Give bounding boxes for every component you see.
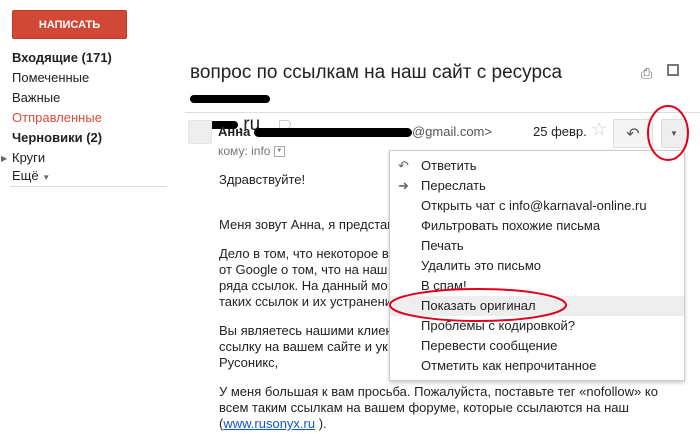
body-line: Русоникс,	[219, 355, 279, 370]
recipients: кому: info ▼	[218, 144, 285, 158]
print-icon[interactable]: ⎙	[641, 65, 652, 82]
compose-button[interactable]: НАПИСАТЬ	[12, 10, 127, 39]
body-line: ряда ссылок. На данный мо	[219, 278, 388, 293]
sender-email: @gmail.com>	[411, 124, 492, 139]
body-line: таких ссылок и их устранени	[219, 294, 393, 309]
menu-label: Переслать	[421, 178, 486, 193]
sidebar-item-important[interactable]: Важные	[12, 88, 60, 108]
forward-icon: ➜	[398, 178, 409, 193]
body-line: всем таким ссылкам на вашем форуме, кото…	[219, 400, 629, 415]
sidebar-divider	[10, 186, 167, 187]
reply-button[interactable]: ↶	[613, 119, 653, 148]
avatar	[188, 120, 212, 144]
expand-arrow-icon[interactable]: ▶	[1, 154, 7, 163]
sidebar-item-more[interactable]: Ещё ▼	[12, 166, 50, 188]
body-line: (www.rusonyx.ru ).	[219, 416, 327, 431]
body-line: У меня большая к вам просьба. Пожалуйста…	[219, 384, 658, 399]
reply-icon: ↶	[398, 158, 409, 173]
more-actions-button[interactable]: ▼	[661, 119, 687, 148]
to-label: кому: info	[218, 144, 271, 158]
new-window-icon[interactable]	[667, 64, 679, 76]
star-icon[interactable]: ☆	[591, 119, 607, 140]
link-tail: ).	[315, 416, 327, 431]
more-actions-menu: ↶ Ответить ➜ Переслать Открыть чат с info@…	[389, 150, 685, 381]
sidebar-item-sent[interactable]: Отправленные	[12, 108, 102, 128]
sidebar-item-drafts[interactable]: Черновики (2)	[12, 128, 102, 148]
rusonyx-link[interactable]: www.rusonyx.ru	[223, 416, 315, 431]
sidebar-item-inbox[interactable]: Входящие (171)	[12, 48, 112, 68]
divider	[185, 112, 700, 113]
body-line: от Google о том, что на наш	[219, 262, 388, 277]
message-date: 25 февр.	[533, 124, 587, 139]
sender: Анна @gmail.com>	[218, 124, 492, 139]
menu-item-spam[interactable]: В спам!	[390, 276, 684, 296]
body-line: ссылку на вашем сайте и ук	[219, 339, 388, 354]
menu-item-print[interactable]: Печать	[390, 236, 684, 256]
more-label: Ещё	[12, 168, 39, 183]
menu-item-encoding[interactable]: Проблемы с кодировкой?	[390, 316, 684, 336]
menu-item-forward[interactable]: ➜ Переслать	[390, 176, 684, 196]
body-line: Дело в том, что некоторое вр	[219, 246, 396, 261]
menu-item-filter[interactable]: Фильтровать похожие письма	[390, 216, 684, 236]
sidebar-item-starred[interactable]: Помеченные	[12, 68, 89, 88]
body-line: Меня зовут Анна, я представ	[219, 217, 395, 232]
body-line: Вы являетесь нашими клиен	[219, 323, 393, 338]
menu-item-delete[interactable]: Удалить это письмо	[390, 256, 684, 276]
chevron-down-icon: ▼	[42, 173, 51, 182]
menu-item-show-original[interactable]: Показать оригинал	[390, 296, 684, 316]
subject-text: вопрос по ссылкам на наш сайт с ресурса	[190, 62, 563, 83]
body-line: Здравствуйте!	[219, 172, 306, 187]
redaction	[253, 128, 412, 138]
menu-item-reply[interactable]: ↶ Ответить	[390, 156, 684, 176]
sidebar-item-circles[interactable]: Круги	[12, 148, 45, 168]
menu-item-chat[interactable]: Открыть чат с info@karnaval-online.ru	[390, 196, 684, 216]
menu-item-translate[interactable]: Перевести сообщение	[390, 336, 684, 356]
menu-label: Ответить	[421, 158, 477, 173]
menu-item-mark-unread[interactable]: Отметить как непрочитанное	[390, 356, 684, 376]
sender-name: Анна	[218, 124, 251, 139]
redaction	[190, 94, 270, 103]
recipient-details-icon[interactable]: ▼	[273, 146, 285, 158]
